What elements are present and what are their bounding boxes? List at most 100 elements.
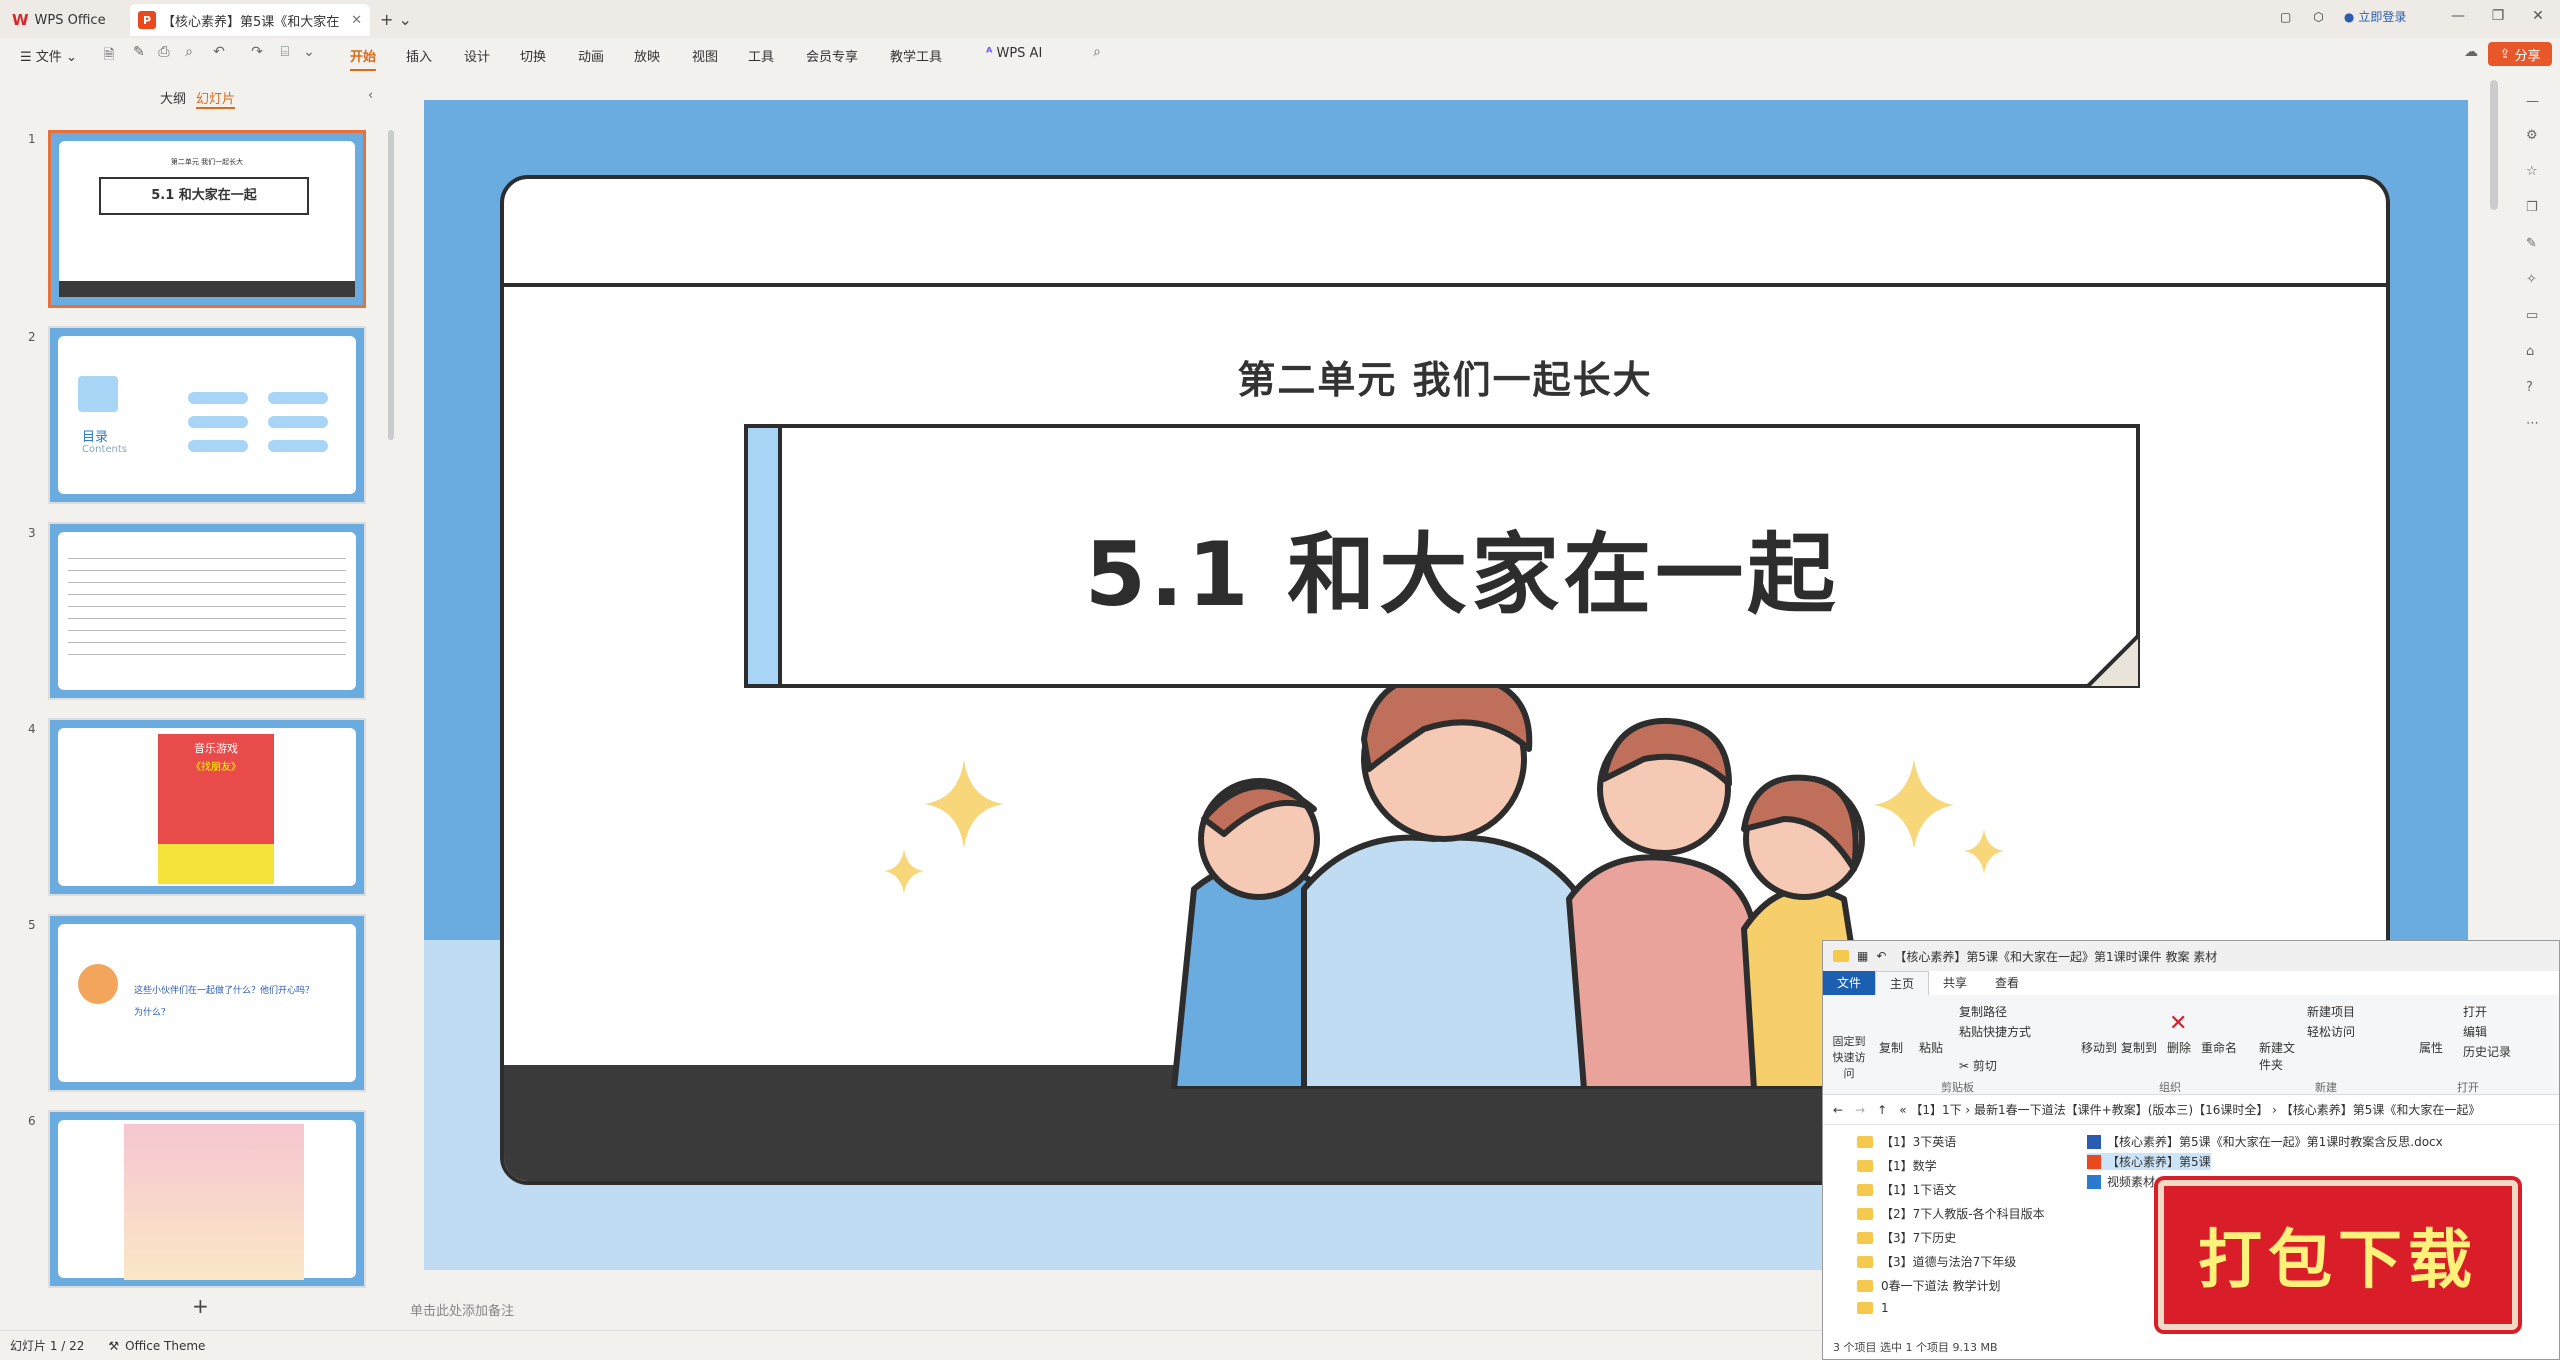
cloud-icon[interactable]: ☁ — [2462, 44, 2480, 62]
menu-item-teaching-tools[interactable]: 教学工具 — [890, 46, 942, 65]
slide-thumb-5[interactable]: 这些小伙伴们在一起做了什么？他们开心吗？为什么？ — [48, 914, 366, 1092]
slide-subtitle[interactable]: 第二单元 我们一起长大 — [504, 349, 2386, 404]
properties-button[interactable]: 属性 — [2419, 1039, 2443, 1056]
more-dots-icon[interactable]: ⋯ — [2526, 416, 2539, 431]
add-slide-button[interactable]: + — [192, 1294, 209, 1318]
new-folder-button[interactable]: 新建文件夹 — [2259, 1039, 2299, 1073]
forward-icon[interactable]: → — [1855, 1103, 1865, 1117]
copy-button[interactable]: 复制 — [1879, 1039, 1903, 1056]
edit-button[interactable]: 编辑 — [2463, 1023, 2487, 1040]
close-window-button[interactable]: ✕ — [2518, 8, 2558, 24]
close-tab-icon[interactable]: ✕ — [351, 13, 362, 28]
tab-slides[interactable]: 幻灯片 — [196, 88, 236, 109]
search-icon[interactable]: ⌕ — [1088, 44, 1106, 62]
login-link[interactable]: 立即登录 — [2358, 8, 2406, 25]
tab-wps-home[interactable]: W WPS Office — [12, 4, 132, 36]
tree-item[interactable]: 【1】1下语文 — [1857, 1181, 1956, 1198]
download-package-badge[interactable]: 打包下载 — [2158, 1180, 2518, 1330]
easy-access-button[interactable]: 轻松访问 — [2307, 1023, 2355, 1040]
file-item-docx[interactable]: 【核心素养】第5课《和大家在一起》第1课时教案含反思.docx — [2087, 1133, 2443, 1150]
tree-item[interactable]: 【3】7下历史 — [1857, 1229, 1956, 1246]
slide-thumb-4[interactable]: 音乐游戏 《找朋友》 — [48, 718, 366, 896]
undo-icon[interactable]: ↶ — [210, 44, 228, 62]
slide-title[interactable]: 5.1 和大家在一起 — [788, 504, 2136, 631]
tab-home[interactable]: 主页 — [1875, 971, 1930, 995]
file-item-video[interactable]: 视频素材 — [2087, 1173, 2155, 1190]
menu-item-tools[interactable]: 工具 — [748, 46, 774, 65]
tab-view[interactable]: 查看 — [1981, 971, 2033, 995]
maximize-button[interactable]: ❐ — [2478, 8, 2518, 24]
up-icon[interactable]: ↑ — [1877, 1103, 1887, 1117]
more-icon[interactable]: ⌄ — [300, 44, 318, 62]
history-button[interactable]: 历史记录 — [2463, 1043, 2511, 1060]
menu-item-wps-ai[interactable]: ᴬ WPS AI — [986, 46, 1042, 61]
minimize-button[interactable]: — — [2438, 8, 2478, 24]
tree-item[interactable]: 【1】数学 — [1857, 1157, 1937, 1174]
redo-icon[interactable]: ↷ — [248, 44, 266, 62]
slide-thumb-2[interactable]: 目录 Contents — [48, 326, 366, 504]
back-icon[interactable]: ← — [1833, 1103, 1843, 1117]
menu-item-transition[interactable]: 切换 — [520, 46, 546, 65]
delete-button[interactable]: 删除 — [2167, 1039, 2191, 1056]
copy-to-button[interactable]: 复制到 — [2121, 1039, 2157, 1056]
notes-placeholder[interactable]: 单击此处添加备注 — [410, 1300, 514, 1319]
format-painter-icon[interactable]: ⌸ — [276, 44, 294, 62]
tree-item[interactable]: 0春一下道法 教学计划 — [1857, 1277, 2000, 1294]
paste-shortcut-button[interactable]: 粘贴快捷方式 — [1959, 1023, 2031, 1040]
save-icon[interactable]: 🗎 — [100, 44, 118, 63]
book-icon[interactable]: ▭ — [2526, 308, 2538, 323]
cut-button[interactable]: ✂ 剪切 — [1959, 1057, 1997, 1074]
open-button[interactable]: 打开 — [2463, 1003, 2487, 1020]
preview-icon[interactable]: ⌕ — [180, 44, 198, 62]
minimize-pane-icon[interactable]: — — [2526, 94, 2539, 109]
share-button[interactable]: ⇪ 分享 — [2488, 42, 2552, 66]
file-item-pptx[interactable]: 【核心素养】第5课 — [2087, 1153, 2211, 1170]
new-tab-button[interactable]: + ⌄ — [380, 10, 412, 29]
address-bar[interactable]: ← → ↑ « 【1】1下 › 最新1春一下道法【课件+教案】(版本三)【16课… — [1823, 1095, 2559, 1125]
tree-item[interactable]: 【1】3下英语 — [1857, 1133, 1956, 1150]
copy-path-button[interactable]: 复制路径 — [1959, 1003, 2007, 1020]
edit-icon[interactable]: ✎ — [2526, 236, 2537, 251]
slide-scrollbar[interactable] — [2490, 80, 2498, 210]
help-icon[interactable]: ? — [2526, 380, 2533, 395]
menu-item-member[interactable]: 会员专享 — [806, 46, 858, 65]
menu-item-slideshow[interactable]: 放映 — [634, 46, 660, 65]
quick-access-icon[interactable]: ▦ — [1857, 949, 1868, 963]
menu-item-insert[interactable]: 插入 — [406, 46, 432, 65]
title-banner[interactable]: 5.1 和大家在一起 — [744, 424, 2140, 688]
menu-item-design[interactable]: 设计 — [464, 46, 490, 65]
tab-file[interactable]: 文件 — [1823, 971, 1876, 995]
menu-item-animation[interactable]: 动画 — [578, 46, 604, 65]
shop-icon[interactable]: ⌂ — [2526, 344, 2534, 359]
tab-outline[interactable]: 大纲 — [160, 88, 186, 107]
slide-thumb-3[interactable] — [48, 522, 366, 700]
new-item-button[interactable]: 新建项目 — [2307, 1003, 2355, 1020]
collapse-panel-icon[interactable]: ‹ — [368, 88, 373, 103]
slide-thumb-6[interactable] — [48, 1110, 366, 1288]
menu-item-view[interactable]: 视图 — [692, 46, 718, 65]
panel-scrollbar[interactable] — [388, 130, 394, 440]
tree-item[interactable]: 【3】道德与法治7下年级 — [1857, 1253, 2016, 1270]
pin-quick-access-button[interactable]: 固定到快速访问 — [1829, 1033, 1869, 1081]
tab-share[interactable]: 共享 — [1929, 971, 1981, 995]
undo-icon[interactable]: ↶ — [1876, 949, 1886, 963]
print-icon[interactable]: ⎙ — [155, 44, 173, 62]
properties-icon[interactable]: ⚙ — [2526, 128, 2538, 143]
tree-item[interactable]: 1 — [1857, 1301, 1889, 1315]
slide-thumb-1[interactable]: 第二单元 我们一起长大 5.1 和大家在一起 — [48, 130, 366, 308]
user-icon[interactable]: ● — [2344, 10, 2354, 24]
rename-button[interactable]: 重命名 — [2201, 1039, 2237, 1056]
paste-button[interactable]: 粘贴 — [1919, 1039, 1943, 1056]
layout-icon[interactable]: ▢ — [2280, 10, 2291, 24]
copy-icon[interactable]: ❐ — [2526, 200, 2538, 215]
star-icon[interactable]: ☆ — [2526, 164, 2538, 179]
pen-icon[interactable]: ✎ — [130, 44, 148, 62]
tree-item[interactable]: 【2】7下人教版-各个科目版本 — [1857, 1205, 2045, 1222]
file-menu[interactable]: ☰ 文件 ⌄ — [20, 46, 77, 65]
theme-name[interactable]: Office Theme — [125, 1339, 205, 1353]
magic-icon[interactable]: ✧ — [2526, 272, 2537, 287]
cube-icon[interactable]: ⬡ — [2313, 10, 2323, 24]
tab-document[interactable]: P 【核心素养】第5课《和大家在 ✕ — [130, 4, 370, 36]
move-to-button[interactable]: 移动到 — [2081, 1039, 2117, 1056]
menu-item-start[interactable]: 开始 — [350, 46, 377, 71]
